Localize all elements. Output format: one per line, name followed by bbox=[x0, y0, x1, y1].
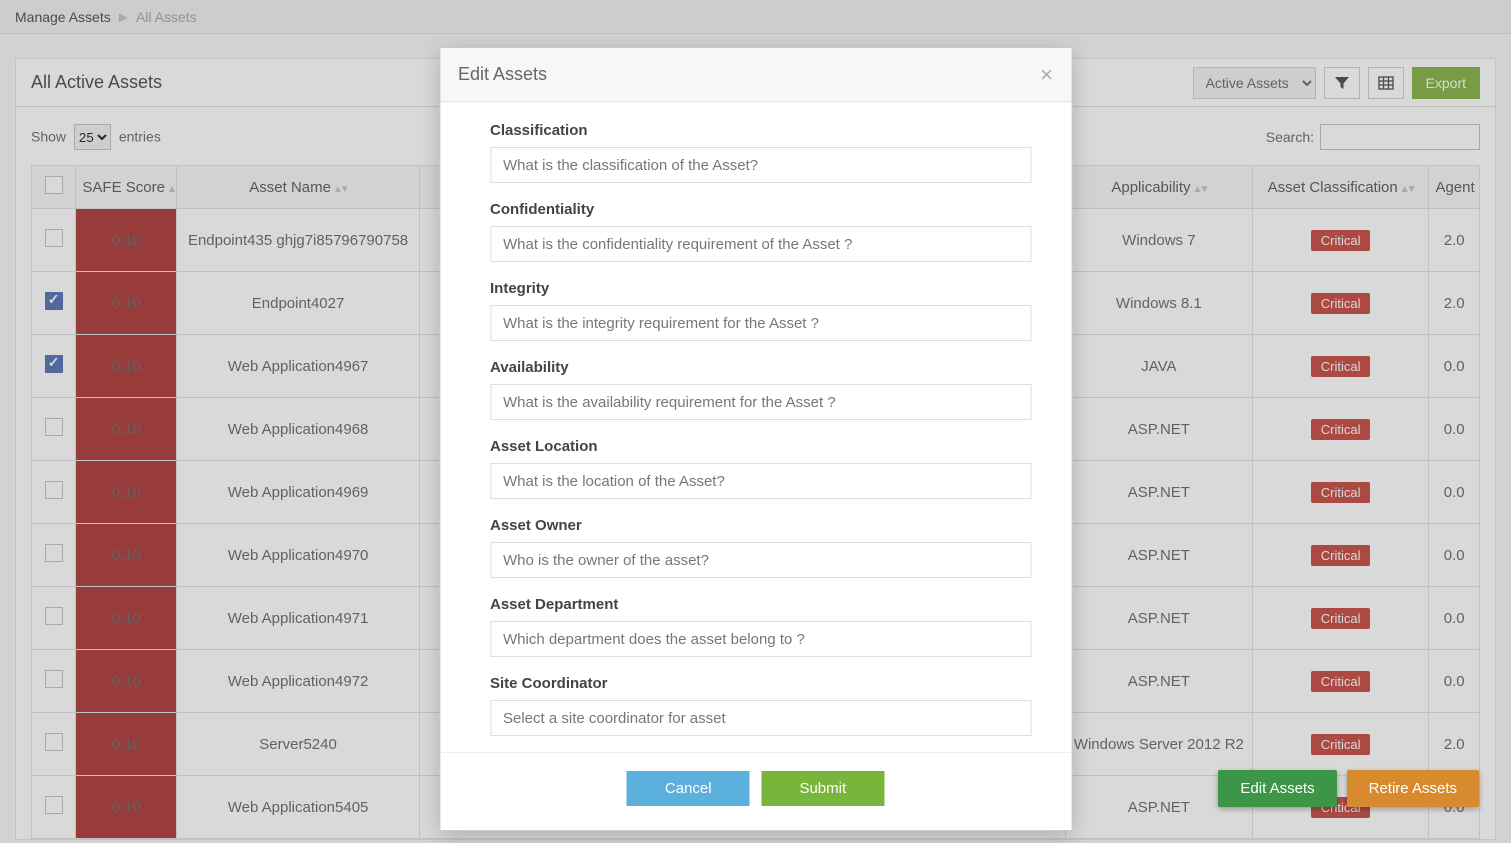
confidentiality-label: Confidentiality bbox=[490, 201, 1031, 218]
form-group: Availability bbox=[490, 359, 1031, 420]
modal-title: Edit Assets bbox=[458, 64, 547, 85]
asset-owner-input[interactable] bbox=[490, 542, 1031, 578]
asset-department-label: Asset Department bbox=[490, 596, 1031, 613]
availability-label: Availability bbox=[490, 359, 1031, 376]
cancel-button[interactable]: Cancel bbox=[627, 771, 750, 806]
asset-owner-label: Asset Owner bbox=[490, 517, 1031, 534]
integrity-label: Integrity bbox=[490, 280, 1031, 297]
close-icon[interactable]: × bbox=[1040, 62, 1053, 88]
site-coordinator-input[interactable] bbox=[490, 700, 1031, 736]
form-group: Asset Department bbox=[490, 596, 1031, 657]
form-group: Classification bbox=[490, 122, 1031, 183]
edit-assets-modal: Edit Assets × Classification Confidential… bbox=[439, 47, 1072, 831]
form-group: Integrity bbox=[490, 280, 1031, 341]
site-coordinator-label: Site Coordinator bbox=[490, 675, 1031, 692]
integrity-input[interactable] bbox=[490, 305, 1031, 341]
classification-label: Classification bbox=[490, 122, 1031, 139]
availability-input[interactable] bbox=[490, 384, 1031, 420]
submit-button[interactable]: Submit bbox=[761, 771, 884, 806]
retire-assets-button[interactable]: Retire Assets bbox=[1347, 770, 1479, 807]
classification-input[interactable] bbox=[490, 147, 1031, 183]
edit-assets-button[interactable]: Edit Assets bbox=[1218, 770, 1336, 807]
asset-department-input[interactable] bbox=[490, 621, 1031, 657]
form-group: Asset Owner bbox=[490, 517, 1031, 578]
form-group: Site Coordinator bbox=[490, 675, 1031, 736]
asset-location-input[interactable] bbox=[490, 463, 1031, 499]
confidentiality-input[interactable] bbox=[490, 226, 1031, 262]
form-group: Asset Location bbox=[490, 438, 1031, 499]
asset-location-label: Asset Location bbox=[490, 438, 1031, 455]
form-group: Confidentiality bbox=[490, 201, 1031, 262]
